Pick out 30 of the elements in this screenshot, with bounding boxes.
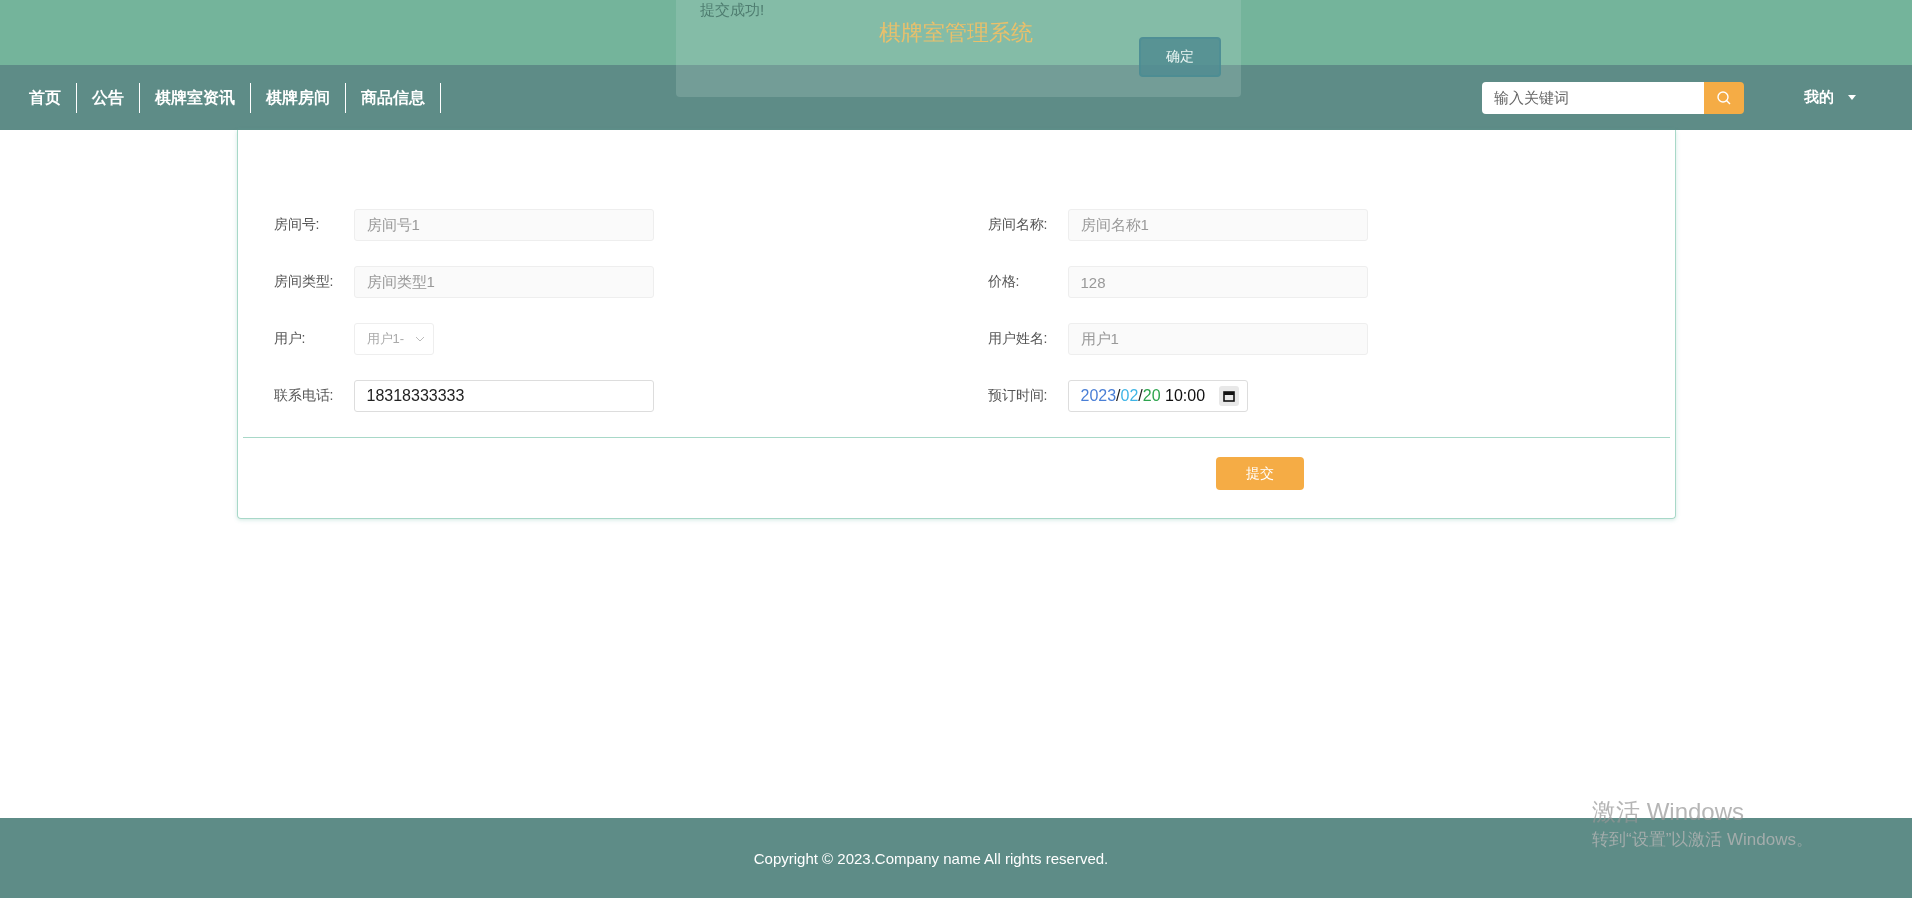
search-button[interactable]: [1704, 81, 1744, 114]
nav-link[interactable]: 棋牌室资讯: [140, 82, 251, 113]
nav-link[interactable]: 首页: [14, 82, 77, 113]
user-menu[interactable]: 我的: [1798, 87, 1862, 108]
activation-title: 激活 Windows: [1592, 797, 1746, 827]
chevron-down-icon: [414, 336, 425, 342]
toast-message: 提交成功!: [700, 1, 765, 20]
field-label: 房间名称:: [987, 216, 1049, 234]
calendar-icon[interactable]: [1222, 390, 1235, 402]
activation-text: 转到“设置”以激活 Windows。: [1592, 829, 1813, 851]
text-field[interactable]: 18318333333: [353, 380, 654, 412]
search-icon: [1716, 89, 1732, 106]
submit-button[interactable]: 提交: [1215, 457, 1304, 490]
nav-link[interactable]: 商品信息: [346, 82, 441, 113]
copyright-text: Copyright © 2023.Company name All rights reserved.: [753, 849, 1109, 867]
field-label: 联系电话:: [273, 387, 335, 405]
confirm-button[interactable]: 确定: [1139, 37, 1221, 77]
date-time-field[interactable]: 2023/02/20 10:00: [1067, 380, 1248, 412]
field-label: 价格:: [987, 273, 1021, 291]
nav-link[interactable]: 棋牌房间: [251, 82, 346, 113]
field-label: 房间类型:: [273, 273, 335, 291]
field-label: 预订时间:: [987, 387, 1049, 405]
field-label: 房间号:: [273, 216, 321, 234]
field-label: 用户姓名:: [987, 330, 1049, 348]
search-field[interactable]: 输入关键词: [1482, 81, 1704, 114]
caret-icon: [1848, 95, 1856, 100]
user-select[interactable]: 用户1-: [353, 323, 434, 355]
field-label: 用户:: [273, 330, 307, 348]
nav-link[interactable]: 公告: [77, 82, 140, 113]
site-title: 棋牌室管理系统: [879, 18, 1033, 47]
